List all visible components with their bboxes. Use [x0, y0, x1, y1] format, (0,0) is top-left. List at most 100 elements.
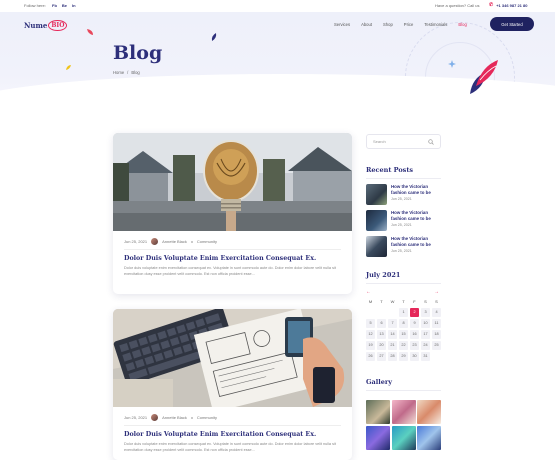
post-image-bulb[interactable] [113, 133, 352, 231]
post-category[interactable]: Community [197, 239, 217, 244]
calendar-day[interactable]: 12 [366, 330, 375, 339]
calendar-day[interactable]: 19 [366, 341, 375, 350]
calendar-day-name: F [413, 299, 416, 304]
gallery-image[interactable] [366, 425, 390, 450]
nav-item-services[interactable]: Services [334, 22, 350, 27]
calendar-day[interactable]: 20 [377, 341, 386, 350]
gallery-image[interactable] [391, 425, 416, 450]
calendar-day[interactable]: 25 [432, 341, 441, 350]
recent-post-thumbnail[interactable] [366, 210, 387, 231]
recent-post-date: Jun 25, 2021 [391, 197, 412, 201]
calendar-next-button[interactable]: → [434, 289, 439, 295]
behance-link[interactable]: Be [62, 3, 67, 8]
calendar-empty-cell [366, 308, 375, 317]
top-bar: Follow here: Fb Be In Have a question? C… [0, 0, 555, 12]
blog-post-card[interactable]: Jun 25, 2021 Annette Black Community Dol… [113, 309, 352, 460]
calendar-day[interactable]: 26 [366, 352, 375, 361]
calendar-day[interactable]: 14 [388, 330, 397, 339]
calendar-day-name: T [380, 299, 383, 304]
calendar-day[interactable]: 18 [432, 330, 441, 339]
divider [124, 249, 341, 250]
calendar-day[interactable]: 21 [388, 341, 397, 350]
recent-post-item[interactable]: How the Victorian fashion came to be Jun … [366, 184, 441, 206]
search-icon[interactable] [428, 138, 434, 145]
calendar-day[interactable]: 24 [421, 341, 430, 350]
meta-dot [190, 416, 193, 419]
meta-dot [190, 240, 193, 243]
post-excerpt: Dolor duis voluptate enim exercitation c… [124, 266, 336, 276]
logo-accent: BIO [48, 20, 68, 31]
calendar-day[interactable]: 30 [410, 352, 419, 361]
calendar-day[interactable]: 11 [432, 319, 441, 328]
nav-item-price[interactable]: Price [404, 22, 414, 27]
recent-post-item[interactable]: How the Victorian fashion came to be Jun … [366, 236, 441, 258]
gallery-grid [366, 400, 441, 450]
recent-post-date: Jun 25, 2021 [391, 249, 412, 253]
linkedin-link[interactable]: In [72, 3, 76, 8]
calendar-day[interactable]: 7 [388, 319, 397, 328]
post-author[interactable]: Annette Black [162, 415, 187, 420]
calendar-day[interactable]: 27 [377, 352, 386, 361]
logo-text: Nume [24, 21, 48, 30]
recent-post-title[interactable]: How the Victorian fashion came to be [391, 184, 441, 195]
calendar-day[interactable]: 10 [421, 319, 430, 328]
calendar-day[interactable]: 29 [399, 352, 408, 361]
recent-post-item[interactable]: How the Victorian fashion came to be Jun … [366, 210, 441, 232]
divider [366, 178, 441, 179]
gallery-image[interactable] [366, 400, 390, 424]
phone-icon: ✆ [489, 2, 494, 8]
calendar-day-name: S [424, 299, 427, 304]
recent-post-thumbnail[interactable] [366, 184, 387, 205]
nav-item-shop[interactable]: Shop [383, 22, 393, 27]
gallery-image[interactable] [391, 400, 416, 424]
divider [124, 425, 341, 426]
calendar-day[interactable]: 22 [399, 341, 408, 350]
post-image-workspace[interactable] [113, 309, 352, 407]
recent-posts-heading: Recent Posts [366, 166, 413, 174]
gallery-heading: Gallery [366, 378, 393, 386]
divider [366, 283, 441, 284]
calendar-day[interactable]: 9 [410, 319, 419, 328]
calendar-day[interactable]: 31 [421, 352, 430, 361]
calendar-day[interactable]: 17 [421, 330, 430, 339]
post-author[interactable]: Annette Black [162, 239, 187, 244]
recent-post-title[interactable]: How the Victorian fashion came to be [391, 210, 441, 221]
post-title[interactable]: Dolor Duis Voluptate Enim Exercitation C… [124, 255, 316, 262]
blog-post-card[interactable]: Jun 25, 2021 Annette Black Community Dol… [113, 133, 352, 294]
post-category[interactable]: Community [197, 415, 217, 420]
nav-item-about[interactable]: About [361, 22, 372, 27]
star-decoration [448, 60, 456, 68]
calendar-day[interactable]: 5 [366, 319, 375, 328]
nav-item-testimonials[interactable]: Testimonials [424, 22, 447, 27]
calendar-day[interactable]: 8 [399, 319, 408, 328]
breadcrumb-home[interactable]: Home [113, 70, 124, 75]
nav-item-blog[interactable]: Blog [458, 22, 466, 27]
calendar-day[interactable]: 28 [388, 352, 397, 361]
calendar-empty-cell [432, 352, 441, 361]
phone-link[interactable]: ✆ +1 346 987 21 80 [489, 2, 527, 8]
logo[interactable]: Nume BIO [24, 20, 68, 31]
recent-post-title[interactable]: How the Victorian fashion came to be [391, 236, 441, 247]
calendar-day[interactable]: 23 [410, 341, 419, 350]
calendar-prev-button[interactable]: ← [366, 289, 371, 295]
calendar-day[interactable]: 1 [399, 308, 408, 317]
facebook-link[interactable]: Fb [52, 3, 57, 8]
calendar-day[interactable]: 15 [399, 330, 408, 339]
calendar-day[interactable]: 4 [432, 308, 441, 317]
gallery-image[interactable] [417, 400, 441, 424]
calendar-day-today[interactable]: 2 [410, 308, 419, 317]
get-started-button[interactable]: Get Started [490, 17, 534, 31]
calendar-day[interactable]: 6 [377, 319, 386, 328]
calendar-day[interactable]: 3 [421, 308, 430, 317]
calendar-day[interactable]: 16 [410, 330, 419, 339]
post-excerpt: Dolor duis voluptate enim exercitation c… [124, 442, 336, 452]
recent-post-thumbnail[interactable] [366, 236, 387, 257]
main-nav: Services About Shop Price Testimonials B… [334, 22, 467, 27]
calendar-day[interactable]: 13 [377, 330, 386, 339]
gallery-image[interactable] [417, 425, 441, 450]
post-title[interactable]: Dolor Duis Voluptate Enim Exercitation C… [124, 431, 316, 438]
leaves-illustration [470, 60, 498, 94]
search-input[interactable]: Search [366, 134, 441, 149]
leaf-decoration-red [87, 29, 93, 35]
calendar-day-name: T [402, 299, 405, 304]
